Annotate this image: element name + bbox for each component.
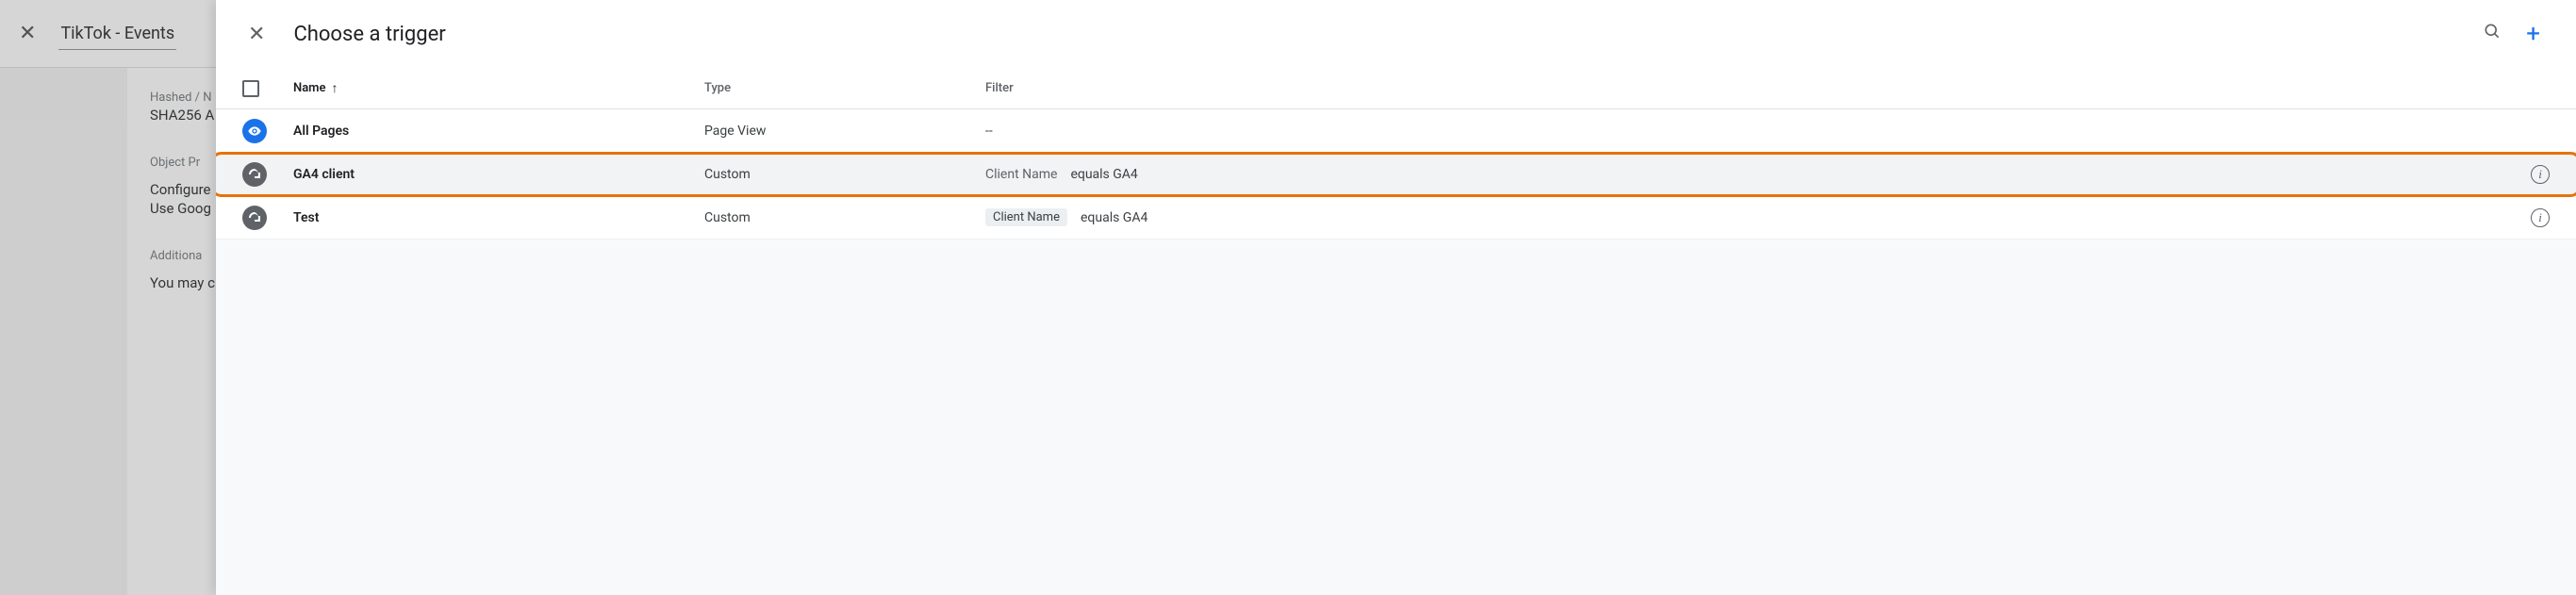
- table-header: Name ↑ Type Filter: [216, 68, 2576, 109]
- info-icon[interactable]: i: [2531, 165, 2550, 184]
- trigger-row[interactable]: All PagesPage View--: [216, 109, 2576, 153]
- trigger-row[interactable]: GA4 clientCustomClient Nameequals GA4 i: [216, 153, 2576, 196]
- drawer-header: ✕ Choose a trigger +: [216, 0, 2576, 68]
- pageview-icon: [242, 119, 267, 143]
- search-icon[interactable]: [2475, 14, 2509, 54]
- drawer-title: Choose a trigger: [293, 23, 2471, 46]
- trigger-type: Custom: [704, 210, 985, 225]
- table-scroll[interactable]: All PagesPage View--GA4 clientCustomClie…: [216, 109, 2576, 595]
- trigger-filter: Client Nameequals GA4: [985, 167, 2504, 182]
- trigger-type: Custom: [704, 167, 985, 182]
- trigger-name: All Pages: [293, 124, 704, 139]
- info-icon[interactable]: i: [2531, 208, 2550, 227]
- add-trigger-button[interactable]: +: [2517, 14, 2550, 54]
- custom-trigger-icon: [242, 206, 267, 230]
- sort-asc-icon: ↑: [331, 80, 338, 96]
- column-type[interactable]: Type: [704, 81, 985, 95]
- custom-trigger-icon: [242, 162, 267, 187]
- table-body: All PagesPage View--GA4 clientCustomClie…: [216, 109, 2576, 240]
- column-filter[interactable]: Filter: [985, 81, 2504, 95]
- select-all-checkbox[interactable]: [242, 80, 293, 97]
- trigger-row[interactable]: TestCustomClient Nameequals GA4 i: [216, 196, 2576, 240]
- trigger-picker-drawer: ✕ Choose a trigger + Name ↑ Type Filter …: [216, 0, 2576, 595]
- trigger-filter: --: [985, 124, 2504, 139]
- trigger-name: GA4 client: [293, 167, 704, 182]
- close-icon[interactable]: ✕: [242, 17, 271, 52]
- trigger-type: Page View: [704, 124, 985, 139]
- trigger-name: Test: [293, 210, 704, 225]
- column-name-label: Name: [293, 81, 325, 95]
- trigger-filter: Client Nameequals GA4: [985, 208, 2504, 226]
- column-name[interactable]: Name ↑: [293, 80, 704, 96]
